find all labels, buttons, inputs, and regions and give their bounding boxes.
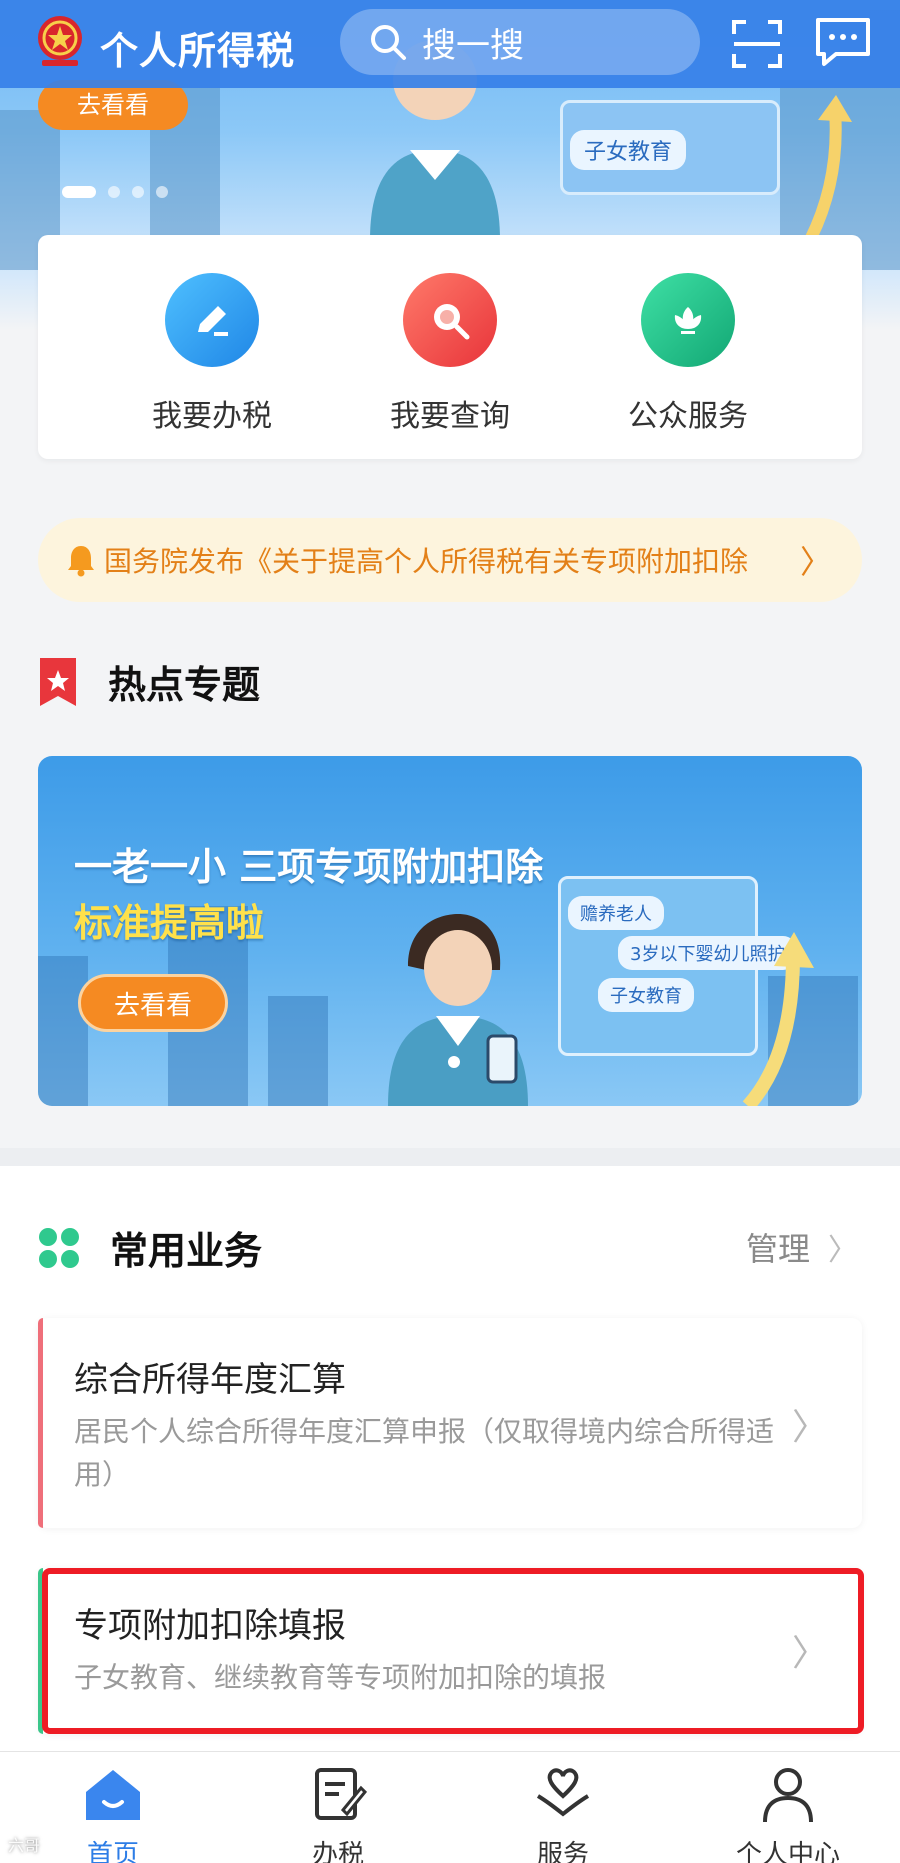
chevron-right-icon: 〉 bbox=[791, 1633, 828, 1674]
user-icon bbox=[763, 1768, 813, 1823]
manage-button[interactable]: 管理 〉 bbox=[746, 1224, 858, 1270]
quick-action-label: 我要查询 bbox=[390, 399, 510, 434]
scan-icon[interactable] bbox=[730, 18, 784, 70]
edit-doc-icon bbox=[315, 1768, 368, 1820]
bottom-tab-bar: 首页 办税 服务 个人中心 bbox=[0, 1751, 900, 1863]
bookmark-star-icon bbox=[40, 657, 76, 706]
hot-topic-banner[interactable]: 一老一小 三项专项附加扣除 标准提高啦 去看看 赡养老人 3岁以下婴幼儿照护 子… bbox=[38, 756, 862, 1106]
top-app-bar: 个人所得税 搜一搜 bbox=[0, 0, 900, 88]
carousel-dot bbox=[448, 1056, 460, 1068]
lotus-icon bbox=[641, 273, 735, 367]
tab-label: 服务 bbox=[536, 1840, 589, 1863]
pen-icon bbox=[165, 273, 259, 367]
building-shape bbox=[38, 956, 88, 1106]
app-title: 个人所得税 bbox=[100, 29, 296, 73]
quick-action-label: 公众服务 bbox=[628, 399, 748, 434]
banner-tag: 赡养老人 bbox=[568, 896, 664, 930]
hero-tag: 子女教育 bbox=[570, 130, 687, 170]
arrow-up-icon bbox=[742, 932, 814, 1106]
notice-text: 国务院发布《关于提高个人所得税有关专项附加扣除 bbox=[104, 545, 749, 578]
chevron-right-icon: 〉 bbox=[791, 1407, 828, 1448]
woman-illustration bbox=[388, 914, 528, 1106]
banner-tag: 子女教育 bbox=[598, 978, 694, 1012]
service-card-desc: 居民个人综合所得年度汇算申报（仅取得境内综合所得适用） bbox=[74, 1415, 775, 1492]
card-accent-bar bbox=[38, 1568, 43, 1734]
home-icon bbox=[86, 1770, 140, 1820]
search-icon bbox=[371, 25, 406, 60]
quick-action-public[interactable]: 公众服务 bbox=[588, 273, 788, 435]
carousel-dot bbox=[62, 186, 96, 198]
search-magnifier-icon bbox=[403, 273, 497, 367]
manage-label: 管理 bbox=[745, 1230, 810, 1268]
tax-emblem-icon bbox=[38, 16, 82, 66]
banner-headline: 一老一小 三项专项附加扣除 bbox=[74, 845, 544, 889]
service-card-desc: 子女教育、继续教育等专项附加扣除的填报 bbox=[74, 1661, 607, 1694]
notice-bar[interactable]: 国务院发布《关于提高个人所得税有关专项附加扣除 〉 bbox=[38, 518, 862, 602]
section-title: 热点专题 bbox=[108, 663, 261, 707]
message-icon[interactable] bbox=[814, 16, 872, 68]
tab-service[interactable]: 服务 bbox=[488, 1766, 638, 1863]
search-placeholder: 搜一搜 bbox=[422, 25, 524, 66]
carousel-dot bbox=[156, 186, 168, 198]
bell-icon bbox=[68, 546, 94, 577]
banner-go-button[interactable]: 去看看 bbox=[78, 974, 228, 1032]
tab-label: 首页 bbox=[86, 1840, 139, 1863]
quick-action-query[interactable]: 我要查询 bbox=[350, 273, 550, 435]
grid-clover-icon bbox=[39, 1227, 79, 1268]
arrow-up-icon bbox=[804, 95, 852, 240]
building-shape bbox=[268, 996, 328, 1106]
section-divider bbox=[0, 1148, 900, 1166]
heart-hand-icon bbox=[536, 1768, 590, 1817]
section-title: 常用业务 bbox=[110, 1229, 263, 1273]
search-bar[interactable]: 搜一搜 bbox=[340, 9, 700, 75]
tab-label: 办税 bbox=[311, 1840, 364, 1863]
hot-topics-header: 热点专题 bbox=[38, 654, 260, 709]
tab-home[interactable]: 首页 bbox=[38, 1766, 188, 1863]
tab-tax[interactable]: 办税 bbox=[263, 1766, 413, 1863]
watermark: 六哥 bbox=[8, 1836, 41, 1855]
card-accent-bar bbox=[38, 1318, 43, 1528]
quick-actions-card: 我要办税 我要查询 公众服务 bbox=[38, 235, 862, 459]
chevron-right-icon: 〉 bbox=[828, 1233, 858, 1268]
carousel-dot bbox=[132, 186, 144, 198]
chevron-right-icon: 〉 bbox=[799, 543, 832, 581]
service-card-title: 综合所得年度汇算 bbox=[74, 1360, 346, 1400]
service-card-annual-settlement[interactable]: 综合所得年度汇算 居民个人综合所得年度汇算申报（仅取得境内综合所得适用） 〉 bbox=[38, 1318, 862, 1528]
service-card-special-deduction[interactable]: 专项附加扣除填报 子女教育、继续教育等专项附加扣除的填报 〉 bbox=[38, 1568, 862, 1734]
banner-subheadline: 标准提高啦 bbox=[74, 901, 265, 945]
tab-label: 个人中心 bbox=[735, 1840, 840, 1863]
common-services-header: 常用业务 bbox=[38, 1220, 262, 1275]
service-card-title: 专项附加扣除填报 bbox=[74, 1606, 346, 1646]
quick-action-label: 我要办税 bbox=[152, 399, 272, 434]
carousel-dot bbox=[108, 186, 120, 198]
tab-profile[interactable]: 个人中心 bbox=[713, 1766, 863, 1863]
quick-action-tax[interactable]: 我要办税 bbox=[112, 273, 312, 435]
carousel-dots bbox=[62, 186, 168, 198]
